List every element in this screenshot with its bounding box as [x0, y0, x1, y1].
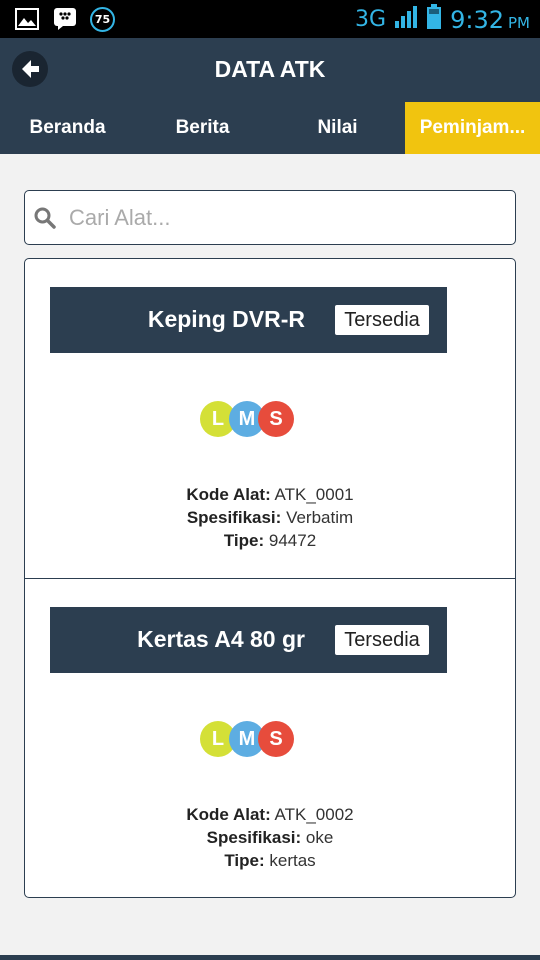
clock-ampm: PM: [508, 13, 530, 32]
clock-time: 9:32: [450, 5, 504, 34]
spesifikasi-label: Spesifikasi:: [186, 508, 282, 527]
kode-label: Kode Alat:: [186, 485, 271, 504]
tab-bar: Beranda Berita Nilai Peminjam...: [0, 102, 540, 154]
gallery-icon: [14, 6, 40, 32]
item-details: Kode Alat: ATK_0002 Spesifikasi: oke Tip…: [25, 803, 515, 872]
list-item[interactable]: Kertas A4 80 gr Tersedia L M S Kode Alat…: [25, 578, 515, 896]
spesifikasi-value: Verbatim: [286, 508, 354, 527]
search-icon: [33, 206, 57, 230]
signal-icon: [394, 5, 418, 34]
tipe-label: Tipe:: [223, 531, 265, 550]
search-input[interactable]: [69, 201, 499, 235]
item-details: Kode Alat: ATK_0001 Spesifikasi: Verbati…: [25, 483, 515, 552]
bottom-divider: [0, 955, 540, 960]
tab-beranda[interactable]: Beranda: [0, 102, 135, 154]
spesifikasi-row: Spesifikasi: Verbatim: [25, 506, 515, 529]
battery-icon: [426, 4, 442, 35]
kode-row: Kode Alat: ATK_0001: [25, 483, 515, 506]
lms-s-circle: S: [258, 401, 294, 437]
list-item[interactable]: Keping DVR-R Tersedia L M S Kode Alat: A…: [25, 259, 515, 577]
lms-s-circle: S: [258, 721, 294, 757]
kode-value: ATK_0002: [274, 805, 354, 824]
lms-indicator: L M S: [200, 401, 300, 439]
tipe-row: Tipe: 94472: [25, 529, 515, 552]
kode-value: ATK_0001: [274, 485, 354, 504]
status-bar: 75 3G 9:32 PM: [0, 0, 540, 38]
tipe-value: kertas: [269, 851, 316, 870]
notification-count-badge: 75: [90, 6, 115, 32]
spesifikasi-label: Spesifikasi:: [206, 828, 302, 847]
bbm-icon: [52, 6, 78, 32]
page-title: DATA ATK: [214, 56, 326, 82]
item-name: Kertas A4 80 gr: [137, 626, 305, 652]
tab-peminjaman[interactable]: Peminjam...: [405, 102, 540, 154]
tipe-label: Tipe:: [224, 851, 265, 870]
search-box: [24, 190, 516, 245]
kode-label: Kode Alat:: [186, 805, 271, 824]
tab-nilai[interactable]: Nilai: [270, 102, 405, 154]
lms-indicator: L M S: [200, 721, 300, 759]
item-name: Keping DVR-R: [147, 306, 305, 332]
status-badge: Tersedia: [334, 304, 430, 336]
spesifikasi-value: oke: [305, 828, 334, 847]
card-header: Keping DVR-R Tersedia: [50, 287, 447, 353]
tipe-value: 94472: [268, 531, 317, 550]
tipe-row: Tipe: kertas: [25, 849, 515, 872]
network-type-label: 3G: [355, 7, 387, 32]
item-list: Keping DVR-R Tersedia L M S Kode Alat: A…: [24, 258, 516, 898]
kode-row: Kode Alat: ATK_0002: [25, 803, 515, 826]
app-bar: DATA ATK: [0, 38, 540, 102]
card-header: Kertas A4 80 gr Tersedia: [50, 607, 447, 673]
status-badge: Tersedia: [334, 624, 430, 656]
tab-berita[interactable]: Berita: [135, 102, 270, 154]
spesifikasi-row: Spesifikasi: oke: [25, 826, 515, 849]
